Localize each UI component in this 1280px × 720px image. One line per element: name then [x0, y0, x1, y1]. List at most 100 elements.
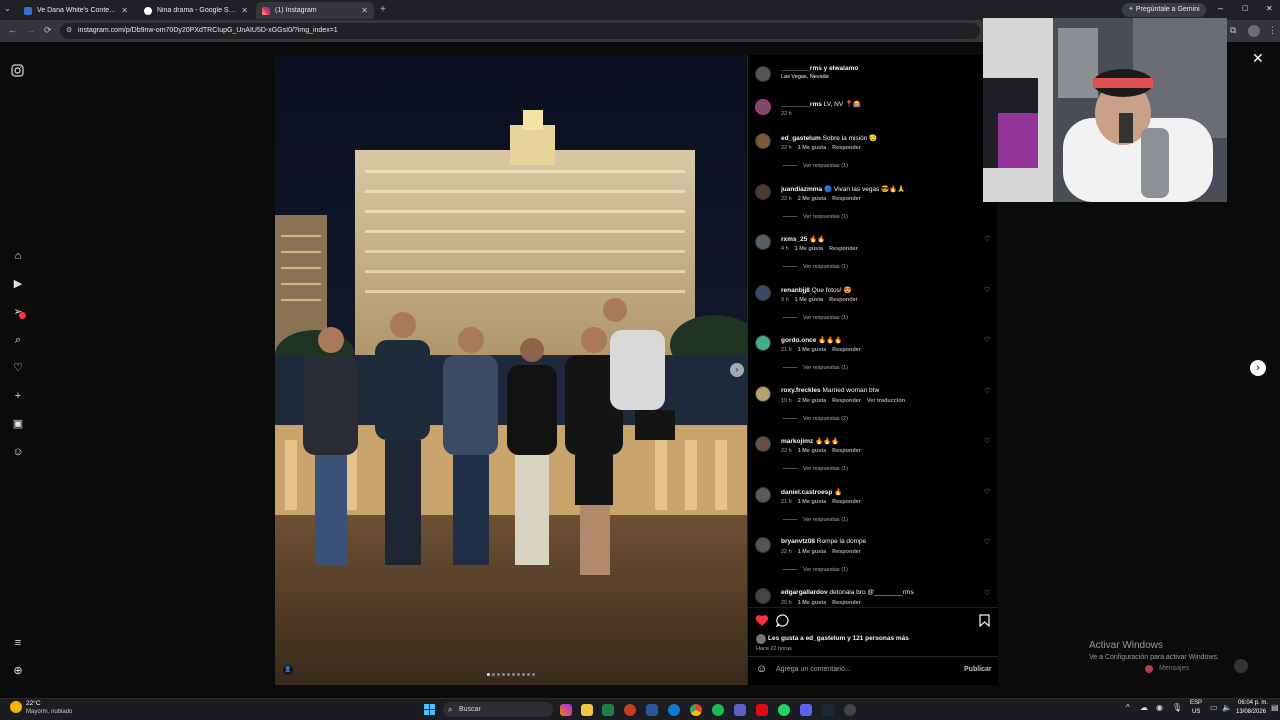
menu-icon[interactable]: ⋮ — [1268, 25, 1277, 36]
reply-button[interactable]: Responder — [832, 549, 861, 555]
reply-button[interactable]: Responder — [832, 145, 861, 151]
close-icon[interactable]: ✕ — [1252, 50, 1264, 67]
home-icon[interactable]: ⌂ — [11, 249, 25, 263]
avatar[interactable] — [755, 284, 771, 301]
view-replies-button[interactable]: Ver respuestas (1) — [783, 517, 848, 523]
network-icon[interactable]: ▭ — [1210, 703, 1218, 712]
tab-search-icon[interactable]: ⌄ — [4, 4, 11, 13]
view-replies-button[interactable]: Ver respuestas (1) — [783, 567, 848, 573]
new-tab-icon[interactable]: + — [380, 4, 386, 15]
tab-google-search[interactable]: Nina drama - Google Search ✕ — [138, 2, 254, 19]
clock-time[interactable]: 06:04 p. m. — [1238, 700, 1268, 706]
next-post-icon[interactable]: › — [1250, 360, 1266, 376]
close-icon[interactable]: ✕ — [361, 6, 368, 15]
dashboard-icon[interactable]: ▣ — [11, 417, 25, 431]
reply-button[interactable]: Responder — [829, 246, 858, 252]
reply-button[interactable]: Responder — [829, 297, 858, 303]
comment-username[interactable]: daniel.castroesp — [781, 489, 832, 496]
comment-likes[interactable]: 1 Me gusta — [795, 297, 823, 303]
obs-icon[interactable] — [844, 704, 856, 716]
avatar[interactable] — [755, 587, 771, 604]
avatar[interactable] — [755, 99, 771, 115]
weather-icon[interactable] — [10, 701, 22, 713]
forward-icon[interactable]: → — [26, 25, 35, 35]
comment-username[interactable]: renanbjj8 — [781, 287, 810, 294]
comment-like-heart-icon[interactable]: ♡ — [984, 336, 990, 344]
notifications-icon[interactable]: ▤ — [1271, 703, 1279, 712]
view-replies-button[interactable]: Ver respuestas (2) — [783, 416, 848, 422]
comment-username[interactable]: bryanvtz08 — [781, 538, 815, 545]
comment-likes[interactable]: 2 Me gusta — [798, 398, 826, 404]
comment-username[interactable]: markojimz — [781, 438, 813, 445]
discord-icon[interactable] — [800, 704, 812, 716]
comment-like-heart-icon[interactable]: ♡ — [984, 387, 990, 395]
view-replies-button[interactable]: Ver respuestas (1) — [783, 365, 848, 371]
reply-button[interactable]: Responder — [832, 398, 861, 404]
back-icon[interactable]: ← — [8, 25, 17, 35]
comment-username[interactable]: ed_gastelum — [781, 135, 821, 142]
profile-avatar[interactable] — [1248, 25, 1260, 37]
comment-likes[interactable]: 1 Me gusta — [798, 448, 826, 454]
comment-username[interactable]: gordo.once — [781, 337, 816, 344]
comment-likes[interactable]: 1 Me gusta — [798, 549, 826, 555]
avatar[interactable] — [755, 183, 771, 200]
site-info-icon[interactable]: ⚙ — [66, 23, 72, 39]
heart-icon[interactable] — [755, 614, 769, 627]
address-bar[interactable]: ⚙ instagram.com/p/Db9nw-om70Dy20PXdTRCIu… — [60, 23, 980, 39]
avatar[interactable] — [755, 66, 771, 82]
reply-button[interactable]: Responder — [832, 499, 861, 505]
post-author[interactable]: ________rms y elwalamo — [781, 65, 981, 72]
reply-button[interactable]: Responder — [832, 600, 861, 606]
avatar[interactable] — [755, 133, 771, 149]
comment-input[interactable]: Agrega un comentario... — [776, 666, 851, 673]
messages-expand-icon[interactable] — [1234, 659, 1248, 673]
comment-username[interactable]: roxy.freckles — [781, 387, 821, 394]
reply-button[interactable]: Responder — [832, 196, 861, 202]
tray-app-icon[interactable]: ◉ — [1156, 703, 1163, 712]
avatar[interactable] — [755, 335, 771, 351]
steam-icon[interactable] — [822, 704, 834, 716]
reload-icon[interactable]: ⟳ — [44, 25, 52, 36]
close-icon[interactable]: ✕ — [241, 6, 248, 15]
view-replies-button[interactable]: Ver respuestas (1) — [783, 315, 848, 321]
publish-button[interactable]: Publicar — [964, 666, 992, 673]
reply-button[interactable]: Responder — [832, 347, 861, 353]
copilot-icon[interactable] — [560, 704, 572, 716]
instagram-logo-icon[interactable] — [11, 64, 24, 77]
comment-icon[interactable] — [776, 614, 789, 627]
avatar[interactable] — [755, 537, 771, 553]
comment-likes[interactable]: 2 Me gusta — [798, 196, 826, 202]
volume-icon[interactable]: 🔈 — [1222, 703, 1232, 712]
weather-temp[interactable]: 22°C — [26, 700, 41, 707]
avatar[interactable] — [755, 234, 771, 250]
maximize-icon[interactable]: ▢ — [1242, 4, 1249, 12]
comment-like-heart-icon[interactable]: ♡ — [984, 589, 990, 597]
translate-button[interactable]: Ver traducción — [867, 398, 905, 404]
reels-icon[interactable]: ▶ — [11, 277, 25, 291]
avatar[interactable] — [755, 486, 771, 503]
comment-likes[interactable]: 1 Me gusta — [798, 499, 826, 505]
post-photo[interactable]: › 👤 — [275, 55, 747, 685]
netflix-icon[interactable] — [756, 704, 768, 716]
comment-like-heart-icon[interactable]: ♡ — [984, 538, 990, 546]
tab-dana-white[interactable]: Ve Dana White's Contender Se ✕ — [18, 2, 134, 19]
avatar[interactable] — [755, 385, 771, 402]
comment-like-heart-icon[interactable]: ♡ — [984, 286, 990, 294]
taskbar-search[interactable]: ⌕ Buscar — [443, 702, 553, 717]
comment-like-heart-icon[interactable]: ♡ — [984, 235, 990, 243]
whatsapp-icon[interactable] — [778, 704, 790, 716]
profile-icon[interactable]: ☺ — [11, 445, 25, 459]
comment-like-heart-icon[interactable]: ♡ — [984, 488, 990, 496]
file-explorer-icon[interactable] — [581, 704, 593, 716]
view-replies-button[interactable]: Ver respuestas (1) — [783, 466, 848, 472]
comment-likes[interactable]: 1 Me gusta — [795, 246, 823, 252]
post-location[interactable]: Las Vegas, Nevada — [781, 74, 829, 80]
comment-username[interactable]: juandiazmma — [781, 186, 822, 193]
threads-icon[interactable]: ⊕ — [11, 664, 25, 678]
view-replies-button[interactable]: Ver respuestas (1) — [783, 163, 848, 169]
teams-icon[interactable] — [734, 704, 746, 716]
extensions-icon[interactable]: ⧉ — [1230, 25, 1236, 36]
comment-likes[interactable]: 1 Me gusta — [798, 145, 826, 151]
messages-tab[interactable]: Mensajes — [1141, 663, 1221, 675]
comment-likes[interactable]: 1 Me gusta — [798, 347, 826, 353]
